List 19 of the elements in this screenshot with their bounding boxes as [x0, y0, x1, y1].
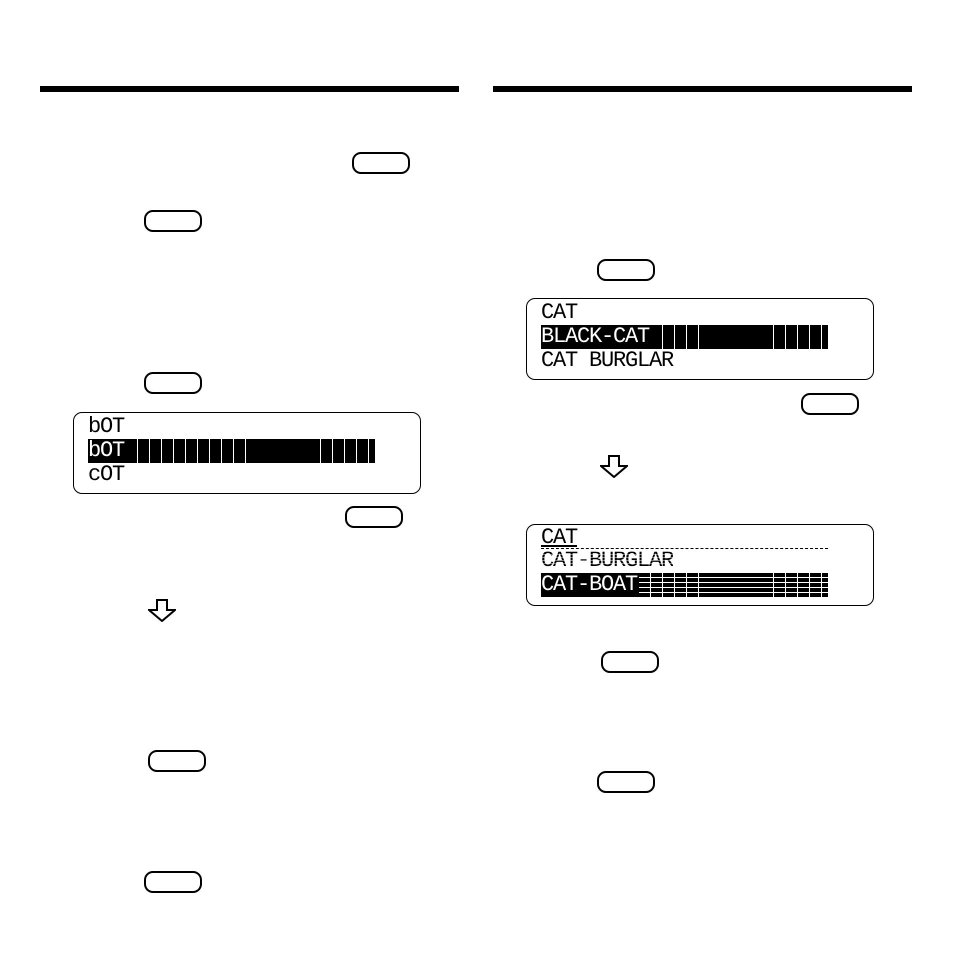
blank-key-icon [148, 750, 206, 772]
lcd-text: CAT [541, 301, 578, 325]
blank-key-icon [801, 393, 859, 415]
down-arrow-icon [600, 455, 628, 478]
blank-key-icon [597, 771, 655, 793]
blank-key-icon [597, 259, 655, 281]
lcd-text: bOT [88, 415, 126, 439]
blank-key-icon [345, 506, 403, 528]
blank-key-icon [144, 871, 202, 893]
lcd-text: bOT [88, 439, 126, 463]
down-arrow-icon [148, 599, 176, 622]
lcd-text: CAT BURGLAR [541, 349, 674, 373]
blank-key-icon [144, 372, 202, 394]
lcd-text: cOT [88, 463, 126, 487]
lcd-text: BLACK-CAT [541, 325, 650, 349]
blank-key-icon [601, 651, 659, 673]
blank-key-icon [144, 210, 202, 232]
blank-key-icon [352, 152, 410, 174]
lcd-text: CAT [541, 527, 578, 548]
